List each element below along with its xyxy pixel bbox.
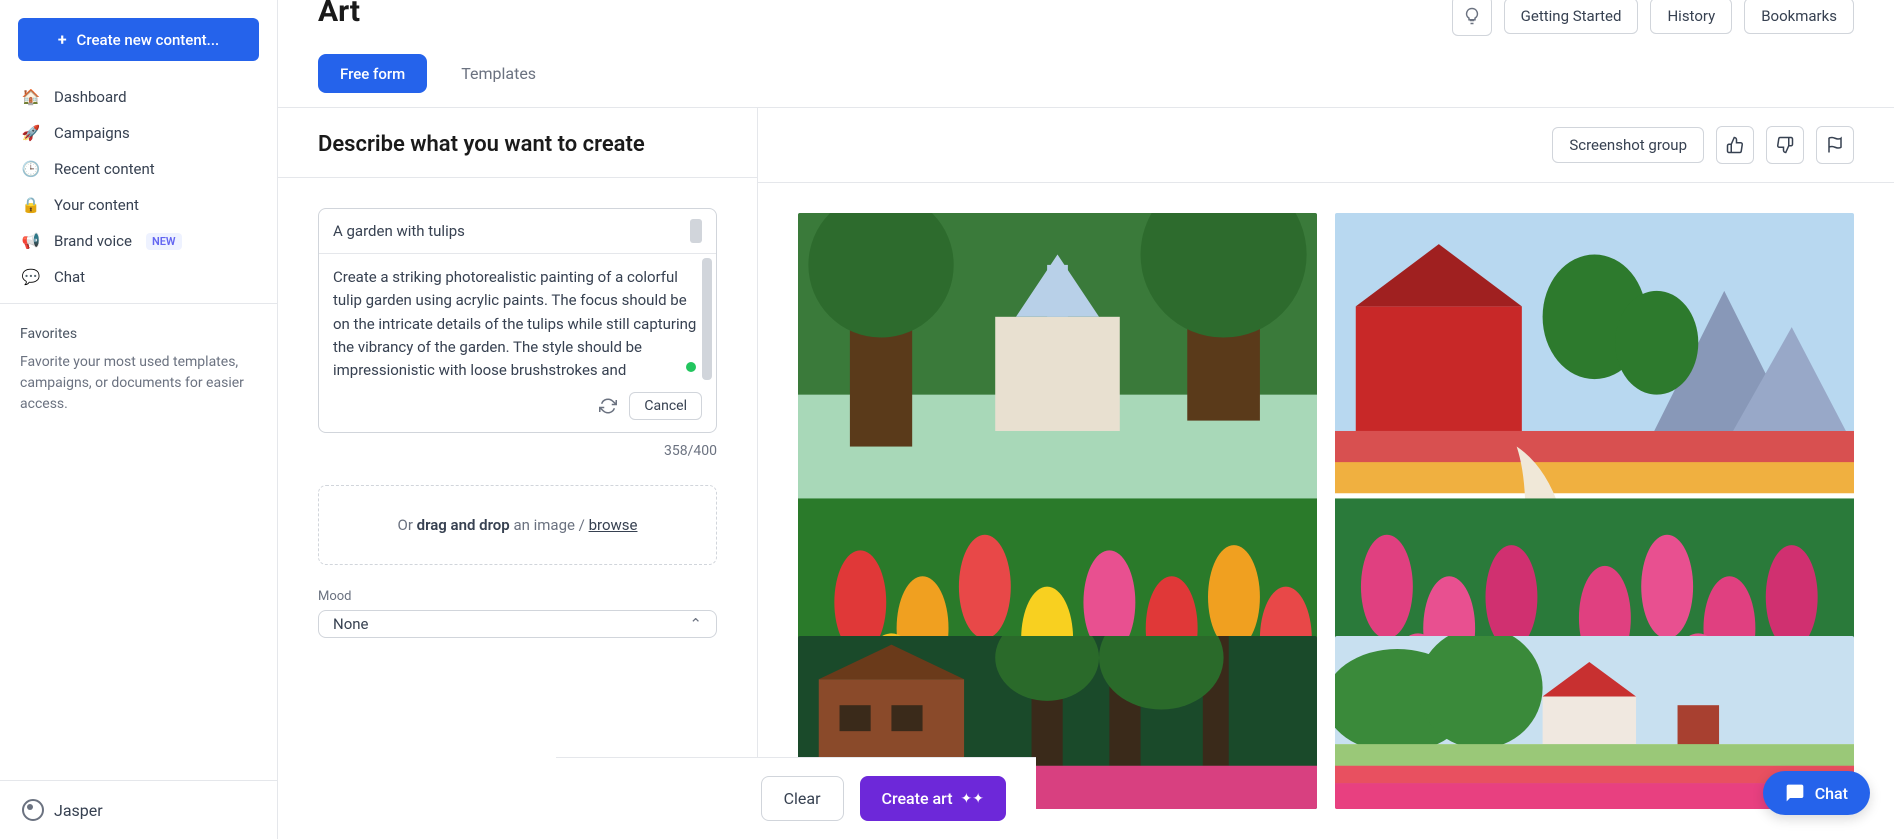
section-heading: Describe what you want to create bbox=[278, 108, 757, 178]
form-area: A garden with tulips Create a striking p… bbox=[278, 178, 757, 658]
sidebar-item-your-content[interactable]: 🔒 Your content bbox=[6, 187, 271, 223]
drop-prefix: Or bbox=[398, 516, 417, 534]
logo-label: Jasper bbox=[54, 801, 103, 820]
sidebar-item-label: Dashboard bbox=[54, 88, 127, 106]
scrollbar-thumb[interactable] bbox=[690, 219, 702, 243]
rocket-icon: 🚀 bbox=[22, 124, 40, 142]
mood-label: Mood bbox=[318, 589, 717, 604]
lightbulb-button[interactable] bbox=[1452, 0, 1492, 36]
sidebar-item-dashboard[interactable]: 🏠 Dashboard bbox=[6, 79, 271, 115]
right-panel: Screenshot group bbox=[758, 108, 1894, 839]
divider bbox=[0, 303, 277, 304]
sidebar-footer[interactable]: Jasper bbox=[0, 780, 277, 839]
sidebar-item-recent[interactable]: 🕒 Recent content bbox=[6, 151, 271, 187]
create-content-button[interactable]: + Create new content... bbox=[18, 18, 259, 61]
prompt-title: A garden with tulips bbox=[333, 222, 682, 240]
tab-free-form[interactable]: Free form bbox=[318, 54, 427, 93]
getting-started-button[interactable]: Getting Started bbox=[1504, 0, 1639, 34]
sidebar-item-campaigns[interactable]: 🚀 Campaigns bbox=[6, 115, 271, 151]
jasper-logo-icon bbox=[22, 799, 44, 821]
prompt-title-row[interactable]: A garden with tulips bbox=[319, 209, 716, 254]
cancel-button[interactable]: Cancel bbox=[629, 392, 702, 420]
drop-bold: drag and drop bbox=[417, 516, 510, 534]
gallery bbox=[758, 183, 1894, 839]
favorites-title: Favorites bbox=[20, 326, 257, 342]
main: Art Getting Started History Bookmarks Fr… bbox=[278, 0, 1894, 839]
scrollbar-thumb[interactable] bbox=[702, 258, 712, 380]
sidebar-item-label: Campaigns bbox=[54, 124, 130, 142]
left-panel: Describe what you want to create A garde… bbox=[278, 108, 758, 839]
content-split: Describe what you want to create A garde… bbox=[278, 107, 1894, 839]
home-icon: 🏠 bbox=[22, 88, 40, 106]
page-title: Art bbox=[318, 0, 360, 29]
lock-icon: 🔒 bbox=[22, 196, 40, 214]
prompt-text: Create a striking photorealistic paintin… bbox=[333, 268, 696, 384]
sidebar-item-brand-voice[interactable]: 📢 Brand voice NEW bbox=[6, 223, 271, 259]
sidebar-item-label: Chat bbox=[54, 268, 85, 286]
sidebar-item-chat[interactable]: 💬 Chat bbox=[6, 259, 271, 295]
favorites-section: Favorites Favorite your most used templa… bbox=[0, 312, 277, 429]
clock-icon: 🕒 bbox=[22, 160, 40, 178]
sparkle-icon: ✦✦ bbox=[961, 791, 984, 807]
streaming-indicator-icon bbox=[686, 362, 696, 372]
top-actions: Getting Started History Bookmarks bbox=[1452, 0, 1854, 36]
topbar: Art Getting Started History Bookmarks bbox=[278, 0, 1894, 36]
tab-templates[interactable]: Templates bbox=[457, 54, 540, 93]
flag-button[interactable] bbox=[1816, 126, 1854, 164]
create-art-label: Create art bbox=[882, 789, 953, 808]
megaphone-icon: 📢 bbox=[22, 232, 40, 250]
browse-link[interactable]: browse bbox=[589, 516, 638, 534]
screenshot-group-button[interactable]: Screenshot group bbox=[1552, 127, 1704, 163]
mood-value: None bbox=[333, 615, 369, 633]
chat-label: Chat bbox=[1815, 784, 1848, 803]
create-art-button[interactable]: Create art ✦✦ bbox=[860, 776, 1007, 821]
sidebar: + Create new content... 🏠 Dashboard 🚀 Ca… bbox=[0, 0, 278, 839]
results-header: Screenshot group bbox=[758, 108, 1894, 183]
mood-select[interactable]: None ⌃ bbox=[318, 610, 717, 638]
chat-icon bbox=[1785, 783, 1805, 803]
lightbulb-icon bbox=[1463, 7, 1481, 25]
tabs: Free form Templates bbox=[278, 36, 1894, 107]
drop-zone[interactable]: Or drag and drop an image / browse bbox=[318, 485, 717, 565]
favorites-text: Favorite your most used templates, campa… bbox=[20, 352, 257, 415]
sidebar-item-label: Brand voice bbox=[54, 232, 132, 250]
thumbs-down-button[interactable] bbox=[1766, 126, 1804, 164]
chevron-up-icon: ⌃ bbox=[689, 615, 702, 633]
prompt-box: A garden with tulips Create a striking p… bbox=[318, 208, 717, 433]
prompt-footer: Cancel bbox=[319, 384, 716, 432]
refresh-icon[interactable] bbox=[599, 397, 617, 415]
create-content-label: Create new content... bbox=[77, 31, 220, 49]
thumbs-up-button[interactable] bbox=[1716, 126, 1754, 164]
prompt-body[interactable]: Create a striking photorealistic paintin… bbox=[319, 254, 716, 384]
char-count: 358/400 bbox=[318, 443, 717, 459]
thumbs-up-icon bbox=[1726, 136, 1744, 154]
sidebar-item-label: Your content bbox=[54, 196, 139, 214]
bookmarks-button[interactable]: Bookmarks bbox=[1744, 0, 1854, 34]
thumbs-down-icon bbox=[1776, 136, 1794, 154]
plus-icon: + bbox=[58, 30, 67, 49]
action-bar: Clear Create art ✦✦ bbox=[556, 757, 1036, 839]
new-badge: NEW bbox=[146, 233, 182, 250]
history-button[interactable]: History bbox=[1650, 0, 1732, 34]
drop-mid: an image / bbox=[510, 516, 589, 534]
chat-bubble-button[interactable]: Chat bbox=[1763, 771, 1870, 815]
chat-icon: 💬 bbox=[22, 268, 40, 286]
nav-list: 🏠 Dashboard 🚀 Campaigns 🕒 Recent content… bbox=[0, 79, 277, 295]
flag-icon bbox=[1826, 136, 1844, 154]
clear-button[interactable]: Clear bbox=[761, 776, 844, 821]
sidebar-item-label: Recent content bbox=[54, 160, 155, 178]
